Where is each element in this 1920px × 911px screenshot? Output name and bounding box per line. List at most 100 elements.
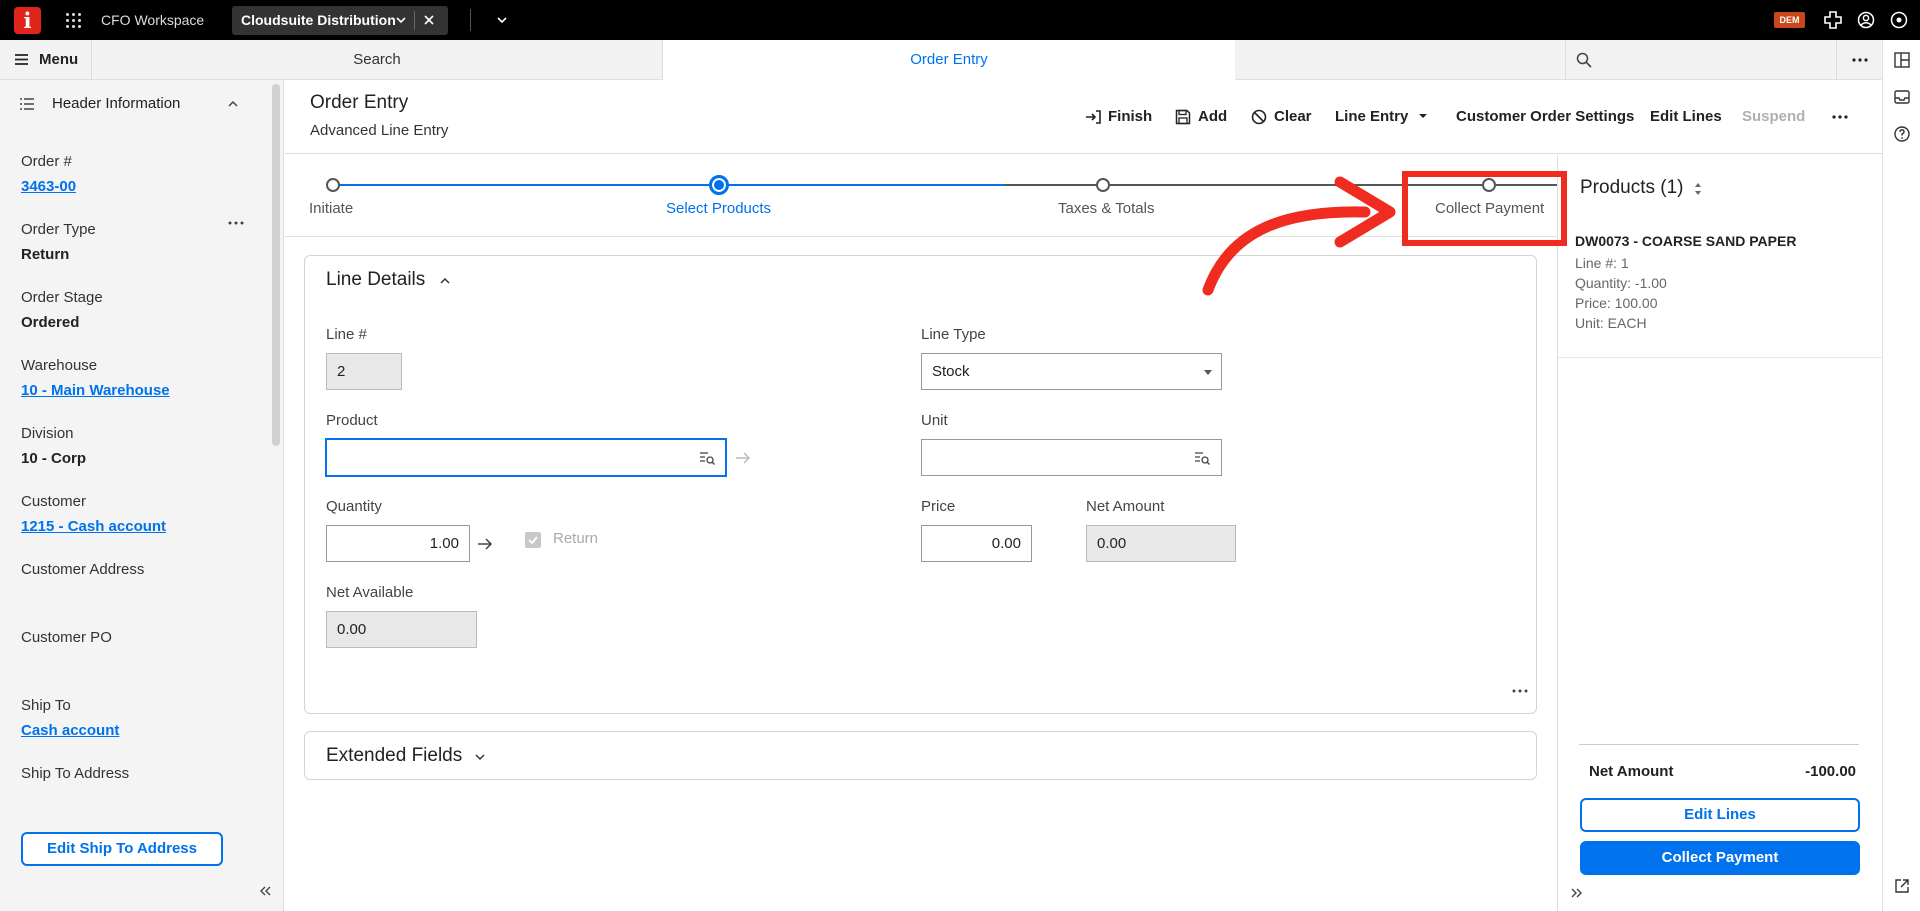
line-type-select[interactable]: Stock bbox=[921, 353, 1222, 390]
line-entry-dropdown[interactable]: Line Entry bbox=[1335, 106, 1435, 128]
field-label: Order # bbox=[21, 153, 72, 170]
add-button[interactable]: Add bbox=[1175, 106, 1231, 128]
more-icon[interactable] bbox=[1512, 689, 1528, 693]
line-number-field: 2 bbox=[326, 353, 402, 390]
hamburger-icon bbox=[15, 54, 28, 65]
infor-logo[interactable]: i bbox=[14, 7, 41, 34]
product-field[interactable] bbox=[326, 439, 726, 476]
clear-button[interactable]: Clear bbox=[1251, 106, 1315, 128]
field-ship-to-address: Ship To Address bbox=[21, 765, 129, 782]
search-box[interactable] bbox=[1565, 40, 1837, 80]
suspend-button[interactable]: Suspend bbox=[1742, 106, 1805, 128]
arrow-right-icon[interactable] bbox=[477, 536, 493, 552]
more-icon[interactable] bbox=[228, 221, 244, 225]
net-available-label: Net Available bbox=[326, 584, 414, 601]
field-label: Ship To Address bbox=[21, 765, 130, 782]
unit-field[interactable] bbox=[921, 439, 1222, 476]
line-type-label: Line Type bbox=[921, 326, 986, 343]
workspace-name[interactable]: CFO Workspace bbox=[101, 0, 204, 40]
line-type-value: Stock bbox=[932, 363, 970, 380]
external-link-icon[interactable] bbox=[1893, 877, 1911, 895]
net-amount-label: Net Amount bbox=[1086, 498, 1165, 515]
scrollbar[interactable] bbox=[272, 84, 280, 446]
sort-icon[interactable] bbox=[1693, 181, 1703, 197]
chevron-down-icon[interactable] bbox=[394, 13, 408, 27]
order-number-link[interactable]: 3463-00 bbox=[21, 178, 76, 195]
arrow-right-icon[interactable] bbox=[735, 450, 751, 466]
more-icon[interactable] bbox=[1832, 114, 1848, 120]
edit-lines-button[interactable]: Edit Lines bbox=[1650, 106, 1722, 128]
header-information-panel: Header Information Order # 3463-00 Order… bbox=[0, 80, 284, 911]
collect-payment-button[interactable]: Collect Payment bbox=[1580, 841, 1860, 875]
user-circle-icon[interactable] bbox=[1890, 11, 1908, 29]
customer-order-settings-button[interactable]: Customer Order Settings bbox=[1456, 106, 1634, 128]
products-title: Products (1) bbox=[1580, 177, 1684, 198]
close-icon[interactable] bbox=[422, 13, 436, 27]
ban-icon bbox=[1251, 109, 1267, 125]
plus-shield-icon[interactable] bbox=[1824, 11, 1842, 29]
extended-fields-card[interactable]: Extended Fields bbox=[304, 731, 1537, 780]
field-label: Customer Address bbox=[21, 561, 145, 578]
products-panel: Products (1) DW0073 - COARSE SAND PAPER … bbox=[1557, 155, 1883, 911]
tab-search[interactable]: Search bbox=[92, 40, 663, 80]
field-value: Ordered bbox=[21, 314, 80, 331]
edit-lines-panel-button[interactable]: Edit Lines bbox=[1580, 798, 1860, 832]
field-label: Customer bbox=[21, 493, 87, 510]
more-icon[interactable] bbox=[1852, 57, 1868, 63]
step-taxes-totals[interactable]: Taxes & Totals bbox=[1058, 200, 1154, 217]
net-available-field: 0.00 bbox=[326, 611, 477, 648]
field-label: Warehouse bbox=[21, 357, 98, 374]
annotation-arrow-icon bbox=[1202, 176, 1396, 296]
field-division: Division 10 - Corp bbox=[21, 425, 86, 467]
unit-label: Unit bbox=[921, 412, 948, 429]
double-chevron-right-icon[interactable] bbox=[1570, 886, 1584, 900]
layout-icon[interactable] bbox=[1893, 51, 1911, 69]
help-icon[interactable] bbox=[1893, 125, 1911, 143]
sign-in-icon bbox=[1086, 110, 1101, 124]
user-icon[interactable] bbox=[1857, 11, 1875, 29]
step-dot-select-products[interactable] bbox=[709, 175, 729, 195]
price-field[interactable]: 0.00 bbox=[921, 525, 1032, 562]
step-initiate[interactable]: Initiate bbox=[309, 200, 353, 217]
line-details-card: Line Details Line # 2 Line Type Stock Pr… bbox=[304, 255, 1537, 714]
step-select-products[interactable]: Select Products bbox=[666, 200, 771, 217]
quantity-field[interactable]: 1.00 bbox=[326, 525, 470, 562]
warehouse-link[interactable]: 10 - Main Warehouse bbox=[21, 382, 170, 399]
inbox-icon[interactable] bbox=[1893, 88, 1911, 106]
app-tab[interactable]: Cloudsuite Distribution bbox=[232, 6, 448, 35]
chevron-up-icon[interactable] bbox=[226, 97, 240, 111]
line-entry-label: Line Entry bbox=[1335, 108, 1409, 125]
line-details-title: Line Details bbox=[326, 269, 426, 290]
double-chevron-left-icon[interactable] bbox=[258, 884, 272, 898]
app-switcher-icon[interactable] bbox=[66, 13, 81, 28]
finish-button[interactable]: Finish bbox=[1085, 106, 1157, 128]
field-value: Return bbox=[21, 246, 70, 263]
chevron-down-icon[interactable] bbox=[473, 750, 487, 764]
extended-fields-title: Extended Fields bbox=[326, 745, 463, 766]
ship-to-link[interactable]: Cash account bbox=[21, 722, 119, 739]
product-line: Line #: 1 bbox=[1575, 255, 1629, 271]
lookup-icon[interactable] bbox=[1194, 450, 1210, 466]
lookup-icon[interactable] bbox=[699, 450, 715, 466]
customer-link[interactable]: 1215 - Cash account bbox=[21, 518, 166, 535]
step-dot-taxes-totals[interactable] bbox=[1096, 178, 1110, 192]
field-order-number: Order # 3463-00 bbox=[21, 153, 76, 195]
nav-bar: Menu Search Order Entry bbox=[0, 40, 1882, 80]
product-price: Price: 100.00 bbox=[1575, 295, 1658, 311]
field-ship-to: Ship To Cash account bbox=[21, 697, 119, 739]
chevron-up-icon[interactable] bbox=[438, 274, 452, 288]
search-input[interactable] bbox=[1600, 46, 1826, 74]
return-checkbox[interactable] bbox=[525, 532, 541, 548]
step-dot-initiate[interactable] bbox=[326, 178, 340, 192]
search-icon bbox=[1576, 52, 1592, 68]
chevron-down-icon[interactable] bbox=[495, 13, 509, 27]
menu-button[interactable]: Menu bbox=[0, 40, 92, 80]
field-label: Order Type bbox=[21, 221, 96, 238]
caret-down-icon bbox=[1204, 370, 1212, 375]
caret-down-icon bbox=[1419, 114, 1427, 118]
product-list-item[interactable]: DW0073 - COARSE SAND PAPER Line #: 1 Qua… bbox=[1575, 233, 1865, 331]
quantity-label: Quantity bbox=[326, 498, 382, 515]
edit-ship-to-address-button[interactable]: Edit Ship To Address bbox=[21, 832, 223, 866]
tab-order-entry[interactable]: Order Entry bbox=[663, 40, 1235, 80]
field-value: 10 - Corp bbox=[21, 450, 87, 467]
